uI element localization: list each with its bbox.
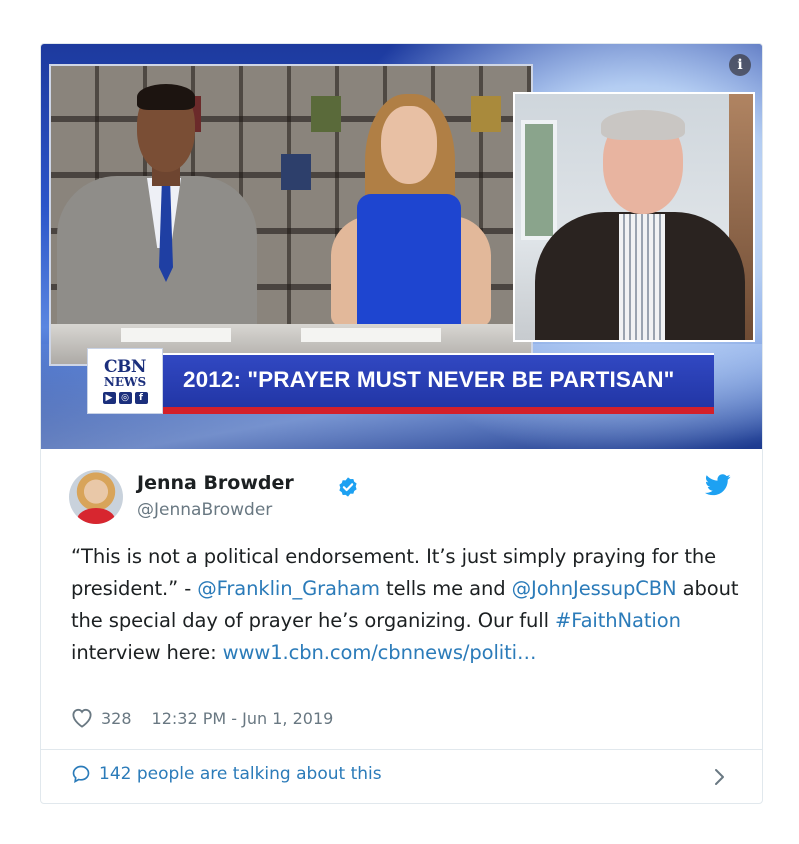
female-anchor-head: [381, 106, 437, 184]
heart-icon[interactable]: [71, 708, 93, 728]
desk-paper: [121, 328, 231, 342]
tweet-card: CBN NEWS ▶ ◎ f 2012: "PRAYER MUST NEVER …: [40, 43, 763, 804]
facebook-icon: f: [134, 391, 148, 404]
conversation-text[interactable]: 142 people are talking about this: [99, 764, 382, 784]
mention-link[interactable]: @JohnJessupCBN: [512, 577, 677, 600]
tweet-meta: 328 12:32 PM - Jun 1, 2019: [71, 708, 333, 728]
cbn-news-logo: CBN NEWS ▶ ◎ f: [87, 348, 163, 414]
studio-anchors-panel: [49, 64, 533, 366]
logo-line-2: NEWS: [103, 374, 147, 389]
twitter-bird-icon[interactable]: [705, 474, 731, 496]
tweet-text-part: interview here:: [71, 641, 223, 664]
female-anchor-dress: [357, 194, 461, 328]
guest-background-window: [521, 120, 557, 240]
like-count[interactable]: 328: [101, 709, 132, 728]
shelf-decor: [281, 154, 311, 190]
speech-bubble-icon: [72, 765, 90, 784]
author-handle[interactable]: @JennaBrowder: [137, 500, 272, 520]
author-name[interactable]: Jenna Browder: [137, 472, 294, 494]
guest-hair: [601, 110, 685, 140]
divider: [41, 749, 762, 750]
mention-link[interactable]: @Franklin_Graham: [197, 577, 380, 600]
logo-line-1: CBN: [104, 356, 146, 377]
instagram-icon: ◎: [118, 391, 132, 404]
headline-bar: 2012: "PRAYER MUST NEVER BE PARTISAN": [163, 353, 714, 407]
headline-text: 2012: "PRAYER MUST NEVER BE PARTISAN": [183, 367, 675, 392]
verified-badge-icon: [339, 477, 357, 497]
tweet-media-image[interactable]: CBN NEWS ▶ ◎ f 2012: "PRAYER MUST NEVER …: [41, 44, 762, 449]
desk-paper: [301, 328, 441, 342]
shelf-decor: [311, 96, 341, 132]
info-icon[interactable]: i: [729, 54, 751, 76]
guest-video-panel: [513, 92, 755, 342]
youtube-icon: ▶: [102, 391, 116, 404]
avatar[interactable]: [69, 470, 123, 524]
guest-shirt: [619, 214, 665, 340]
tweet-text-part: tells me and: [379, 577, 512, 600]
news-lower-third: CBN NEWS ▶ ◎ f 2012: "PRAYER MUST NEVER …: [87, 348, 714, 414]
tweet-timestamp[interactable]: 12:32 PM - Jun 1, 2019: [152, 709, 334, 728]
headline-red-stripe: [163, 407, 714, 414]
chevron-right-icon[interactable]: [713, 766, 727, 788]
tweet-text: “This is not a political endorsement. It…: [71, 541, 743, 669]
conversation-link[interactable]: 142 people are talking about this: [71, 764, 382, 784]
shelf-decor: [471, 96, 501, 132]
url-link[interactable]: www1.cbn.com/cbnnews/politi…: [223, 641, 537, 664]
male-anchor-hair: [137, 84, 195, 110]
avatar-dress: [77, 508, 115, 524]
hashtag-link[interactable]: #FaithNation: [555, 609, 681, 632]
